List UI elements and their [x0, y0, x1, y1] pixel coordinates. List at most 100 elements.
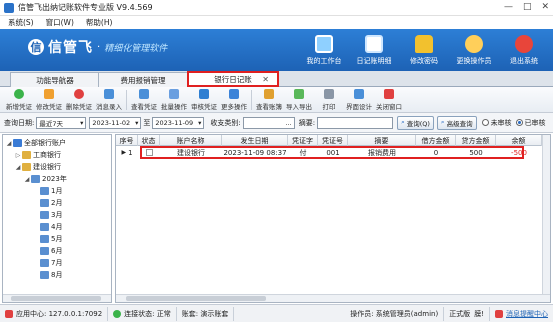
tree-item[interactable]: 7月 — [3, 257, 111, 269]
table-header: 序号 状态 账户名称 发生日期 凭证字 凭证号 摘要 借方金额 贷方金额 余额 — [116, 135, 542, 146]
col-status[interactable]: 状态 — [138, 135, 160, 146]
edit-voucher-button[interactable]: 修改凭证 — [34, 87, 64, 113]
calendar-icon — [40, 199, 49, 207]
advanced-query-button[interactable]: ⌕ 高级查询 — [436, 115, 477, 130]
col-voucher-no[interactable]: 凭证号 — [318, 135, 348, 146]
toolbar-divider — [251, 90, 252, 110]
period-select[interactable]: 最近7天 ▾ — [36, 116, 87, 129]
date-to-input[interactable]: 2023-11-09 ▾ — [152, 116, 205, 129]
close-window-tool-button[interactable]: 关闭窗口 — [374, 87, 404, 113]
tree-item[interactable]: ◢ 建设银行 — [3, 161, 111, 173]
tree-item-label: 8月 — [51, 271, 63, 279]
folder-icon — [22, 163, 31, 171]
tree-item[interactable]: 8月 — [3, 269, 111, 281]
col-debit[interactable]: 借方金额 — [416, 135, 456, 146]
bank-icon — [13, 139, 22, 147]
tree-item[interactable]: 1月 — [3, 185, 111, 197]
tree-toggle-icon[interactable]: ◢ — [5, 140, 13, 147]
import-export-button[interactable]: 导入导出 — [284, 87, 314, 113]
menu-system[interactable]: 系统(S) — [8, 17, 34, 28]
col-account[interactable]: 账户名称 — [160, 135, 222, 146]
tree-item[interactable]: ◢ 全部银行账户 — [3, 137, 111, 149]
tree-item-label: 全部银行账户 — [24, 139, 66, 147]
edit-icon — [44, 89, 54, 99]
title-bar: 信管飞出纳记账软件专业版 V9.4.569 — □ ✕ — [0, 0, 553, 16]
status-connection: 连接状态: 正常 — [108, 306, 177, 321]
tab-close-icon[interactable]: ✕ — [262, 75, 269, 84]
col-voucher-type[interactable]: 凭证字 — [288, 135, 318, 146]
tree-toggle-icon[interactable]: ▷ — [14, 152, 22, 159]
message-entry-button[interactable]: 消息录入 — [94, 87, 124, 113]
advanced-search-icon: ⌕ — [440, 118, 445, 126]
calendar-icon — [40, 187, 49, 195]
col-summary[interactable]: 摘要 — [348, 135, 416, 146]
review-icon — [199, 89, 209, 99]
review-voucher-button[interactable]: 审核凭证 — [189, 87, 219, 113]
date-from-input[interactable]: 2023-11-02 ▾ — [89, 116, 142, 129]
batch-operation-button[interactable]: 批量操作 — [159, 87, 189, 113]
tree-item-label: 1月 — [51, 187, 63, 195]
table-vertical-scrollbar[interactable] — [542, 135, 550, 295]
ledger-icon — [365, 35, 383, 53]
tree-item[interactable]: ▷ 工商银行 — [3, 149, 111, 161]
tree-item[interactable]: 5月 — [3, 233, 111, 245]
calendar-icon — [40, 259, 49, 267]
tree-item[interactable]: 2月 — [3, 197, 111, 209]
status-operator: 操作员: 系统管理员(admin) — [345, 306, 445, 321]
delete-icon — [74, 89, 84, 99]
tree-item[interactable]: 4月 — [3, 221, 111, 233]
interface-design-button[interactable]: 界面设计 — [344, 87, 374, 113]
status-account-set: 账套: 演示账套 — [177, 306, 235, 321]
row-pointer-icon: ▶ — [121, 149, 127, 156]
category-label: 收支类别: — [210, 118, 241, 127]
reviewed-radio[interactable]: 已审核 — [515, 118, 546, 128]
new-voucher-button[interactable]: 新增凭证 — [4, 87, 34, 113]
header-banner: 信 信管飞 · 精细化管理软件 我的工作台 日记账明细 修改密码 更换操作员 退… — [0, 29, 553, 71]
table-horizontal-scrollbar[interactable] — [116, 294, 550, 302]
close-window-button[interactable]: ✕ — [541, 2, 549, 12]
col-credit[interactable]: 贷方金额 — [456, 135, 496, 146]
user-icon — [465, 35, 483, 53]
maximize-button[interactable]: □ — [523, 2, 532, 12]
view-voucher-button[interactable]: 查看凭证 — [129, 87, 159, 113]
menu-help[interactable]: 帮助(H) — [86, 17, 113, 28]
message-center-link[interactable]: 消息提醒中心 — [490, 307, 553, 321]
col-date[interactable]: 发生日期 — [222, 135, 288, 146]
nav-exit-system[interactable]: 退出系统 — [501, 31, 547, 69]
nav-my-workbench[interactable]: 我的工作台 — [301, 31, 347, 69]
minimize-button[interactable]: — — [504, 2, 513, 12]
summary-input[interactable] — [317, 116, 394, 129]
monitor-icon — [315, 35, 333, 53]
tree-item[interactable]: 6月 — [3, 245, 111, 257]
summary-label: 摘要: — [298, 118, 316, 127]
col-balance[interactable]: 余额 — [496, 135, 542, 146]
tab-bank-journal[interactable]: 银行日记账 ✕ — [187, 71, 279, 87]
tab-expense-management[interactable]: 费用报销管理 — [98, 72, 188, 87]
nav-journal-detail[interactable]: 日记账明细 — [351, 31, 397, 69]
nav-switch-operator[interactable]: 更换操作员 — [451, 31, 497, 69]
message-icon — [104, 89, 114, 99]
ledger-icon — [264, 89, 274, 99]
more-operations-button[interactable]: 更多操作 — [219, 87, 249, 113]
calendar-icon — [40, 271, 49, 279]
nav-change-password[interactable]: 修改密码 — [401, 31, 447, 69]
delete-voucher-button[interactable]: 删除凭证 — [64, 87, 94, 113]
category-input[interactable]: … — [242, 116, 295, 129]
query-button[interactable]: ⌕ 查询(Q) — [397, 115, 434, 130]
print-button[interactable]: 打印 — [314, 87, 344, 113]
calendar-icon — [40, 211, 49, 219]
brand-name: 信管飞 — [48, 40, 93, 56]
tree-item[interactable]: ◢ 2023年 — [3, 173, 111, 185]
chevron-down-icon: ▾ — [135, 118, 139, 127]
tree-horizontal-scrollbar[interactable] — [3, 294, 111, 302]
menu-window[interactable]: 窗口(W) — [46, 17, 74, 28]
tree-toggle-icon[interactable]: ◢ — [14, 164, 22, 171]
view-ledger-button[interactable]: 查看账簿 — [254, 87, 284, 113]
batch-icon — [169, 89, 179, 99]
app-center-icon — [5, 309, 13, 318]
col-seq[interactable]: 序号 — [116, 135, 138, 146]
tree-toggle-icon[interactable]: ◢ — [23, 176, 31, 183]
tree-item[interactable]: 3月 — [3, 209, 111, 221]
tab-function-navigator[interactable]: 功能导航器 — [10, 72, 100, 87]
unreviewed-radio[interactable]: 未审核 — [481, 118, 512, 128]
